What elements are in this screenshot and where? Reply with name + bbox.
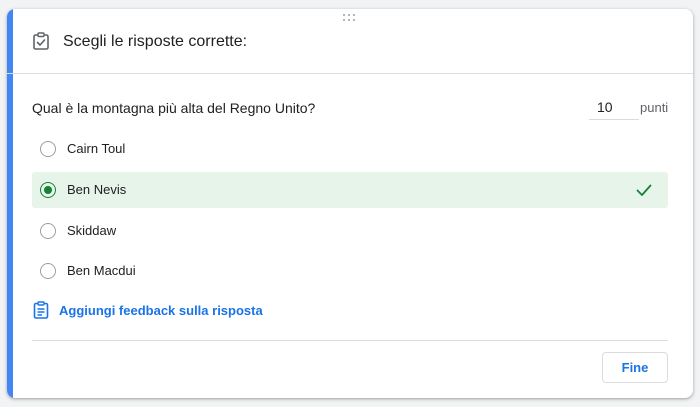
answer-option[interactable]: Skiddaw	[32, 213, 668, 249]
points-label: punti	[640, 100, 669, 115]
points-input[interactable]	[589, 97, 639, 120]
add-feedback-link[interactable]: Aggiungi feedback sulla risposta	[32, 300, 263, 320]
option-label: Ben Nevis	[67, 182, 127, 197]
add-feedback-label: Aggiungi feedback sulla risposta	[59, 302, 263, 318]
feedback-clipboard-icon	[33, 301, 49, 319]
answer-option[interactable]: Ben Macdui	[32, 253, 668, 289]
done-button[interactable]: Fine	[602, 352, 668, 383]
radio-button-selected[interactable]	[40, 182, 56, 198]
checklist-clipboard-icon	[33, 32, 49, 50]
check-icon	[636, 184, 652, 196]
card-title: Scegli le risposte corrette:	[63, 33, 248, 50]
radio-selected-dot	[44, 186, 52, 194]
radio-button[interactable]	[40, 223, 56, 239]
option-label: Cairn Toul	[67, 141, 126, 156]
option-label: Skiddaw	[67, 223, 117, 238]
radio-button[interactable]	[40, 263, 56, 279]
radio-button[interactable]	[40, 141, 56, 157]
answer-option[interactable]: Cairn Toul	[32, 131, 668, 167]
footer-divider	[32, 340, 668, 341]
question-text: Qual è la montagna più alta del Regno Un…	[32, 100, 316, 116]
answer-option-correct[interactable]: Ben Nevis	[32, 172, 668, 208]
card-header: Scegli le risposte corrette:	[7, 9, 693, 74]
question-card: Scegli le risposte corrette: Qual è la m…	[7, 9, 693, 398]
option-label: Ben Macdui	[67, 263, 136, 278]
